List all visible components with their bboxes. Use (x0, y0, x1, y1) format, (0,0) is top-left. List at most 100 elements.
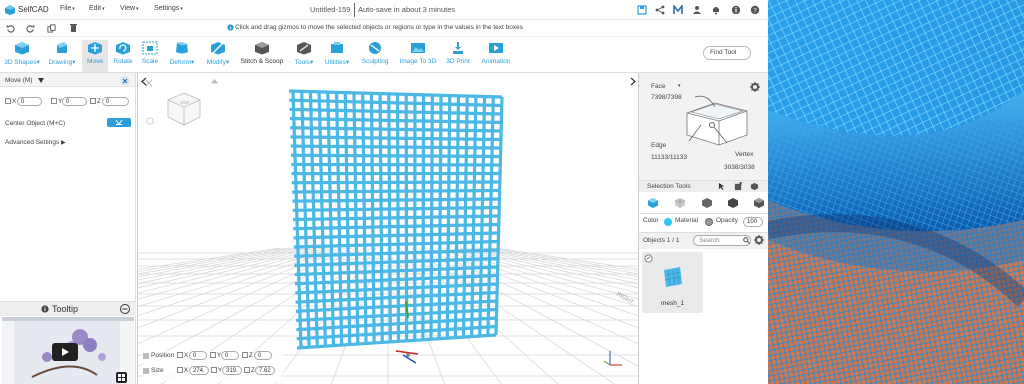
collapse-left-panel-icon[interactable] (140, 77, 148, 86)
close-icon[interactable] (120, 76, 130, 86)
tool-scale-label: Scale (141, 58, 159, 65)
x-value-field[interactable]: 0 (17, 97, 42, 106)
info-icon[interactable] (731, 5, 741, 15)
mesh-object[interactable] (288, 89, 504, 350)
selection-mode-cube-diagram[interactable] (677, 85, 757, 155)
edge-label[interactable]: Edge (651, 142, 666, 149)
mesh-strand (292, 205, 500, 212)
tool-deform[interactable]: Deform▾ (165, 40, 199, 72)
tool-3d-shapes[interactable]: 3D Shapes▾ (4, 40, 40, 72)
tool-stitch-scoop[interactable]: Stitch & Scoop (238, 40, 286, 72)
material-label[interactable]: Material (675, 217, 698, 224)
select-all-icon[interactable] (727, 197, 739, 209)
tool-tools[interactable]: Tools▾ (290, 40, 318, 72)
redo-icon[interactable] (26, 24, 35, 33)
document-title[interactable]: Untitled-159 (310, 5, 350, 14)
undo-icon[interactable] (6, 24, 15, 33)
face-label[interactable]: Face (651, 83, 665, 90)
move-icon (88, 42, 102, 55)
tool-scale[interactable]: Scale (138, 40, 162, 72)
select-mesh-icon[interactable] (674, 197, 686, 209)
grid-line (483, 247, 638, 275)
tooltip-video[interactable] (2, 317, 134, 384)
myminifactory-icon[interactable] (673, 5, 683, 15)
center-icon (115, 119, 123, 125)
menu-edit[interactable]: Edit▾ (89, 5, 105, 12)
menu-settings[interactable]: Settings▾ (154, 5, 183, 12)
view-home-icon[interactable] (146, 117, 154, 125)
delete-icon[interactable] (70, 23, 77, 33)
help-icon[interactable]: ? (750, 5, 760, 15)
share-icon[interactable] (655, 5, 665, 15)
rotate-top-icon[interactable] (210, 78, 219, 87)
z-checkbox[interactable]: Z (90, 98, 101, 105)
center-object-button[interactable] (107, 118, 131, 127)
opacity-field[interactable]: 100 (743, 217, 763, 227)
save-icon[interactable] (637, 5, 647, 15)
y-checkbox[interactable]: Y (51, 98, 62, 105)
user-icon[interactable] (692, 5, 702, 15)
find-tool-input[interactable]: Find Tool (703, 46, 751, 60)
pos-x-checkbox[interactable]: X (177, 352, 188, 359)
notification-bell-icon[interactable] (711, 5, 721, 15)
z-label: Z (97, 98, 101, 105)
play-video-icon[interactable] (52, 343, 78, 361)
select-invert-icon[interactable] (753, 197, 765, 209)
vertex-label[interactable]: Vertex (735, 151, 753, 158)
select-add-icon[interactable] (734, 182, 743, 191)
drawing-icon (57, 42, 67, 53)
pos-z-checkbox[interactable]: Z (242, 352, 253, 359)
tool-utilities[interactable]: Utilities▾ (320, 40, 354, 72)
tool-drawing[interactable]: Drawing▾ (44, 40, 80, 72)
object-card-mesh[interactable]: mesh_1 (642, 252, 703, 313)
search-icon[interactable] (743, 237, 750, 244)
x-checkbox[interactable]: X (5, 98, 16, 105)
collapse-right-panel-icon[interactable] (629, 77, 637, 86)
triangle-down-icon[interactable] (38, 78, 44, 83)
tool-move[interactable]: Move (82, 40, 108, 72)
size-x-checkbox[interactable]: X (177, 367, 188, 374)
y-value-field[interactable]: 0 (62, 97, 87, 106)
select-cursor-icon[interactable] (718, 182, 727, 191)
center-object-label: Center Object (M+C) (5, 120, 66, 127)
tool-rotate[interactable]: Rotate (110, 40, 136, 72)
viewport-canvas[interactable]: RIGHT (138, 73, 638, 384)
menu-view[interactable]: View▾ (120, 5, 139, 12)
size-y-field[interactable]: 319. (222, 366, 242, 375)
view-cube[interactable] (164, 89, 204, 129)
size-z-checkbox[interactable]: Z (244, 367, 255, 374)
3d-viewport[interactable]: RIGHT (137, 73, 638, 384)
hint-bar: Click and drag gizmos to move the select… (0, 20, 768, 37)
color-swatch[interactable] (664, 218, 672, 226)
select-cube-icon[interactable] (750, 182, 759, 191)
objects-settings-gear-icon[interactable] (754, 235, 764, 245)
pos-y-checkbox[interactable]: Y (210, 352, 221, 359)
tool-image-to-3d[interactable]: Image To 3D (396, 40, 440, 72)
object-visibility-icon[interactable] (644, 254, 653, 263)
menu-settings-label: Settings (154, 5, 180, 12)
fullscreen-icon[interactable] (116, 372, 127, 383)
copy-icon[interactable] (47, 24, 56, 33)
position-x-field[interactable]: 0 (189, 351, 207, 360)
collapse-icon[interactable] (120, 304, 130, 314)
advanced-settings-toggle[interactable]: Advanced Settings ▶ (5, 139, 66, 146)
opacity-label: Opacity (716, 217, 739, 224)
size-z-field[interactable]: 7.62 (255, 366, 275, 375)
mesh-strand (295, 282, 498, 295)
tool-sculpting[interactable]: Sculpting (358, 40, 392, 72)
tool-modify[interactable]: Modify▾ (202, 40, 234, 72)
tool-animation[interactable]: Animation (477, 40, 515, 72)
size-y-checkbox[interactable]: Y (211, 367, 222, 374)
material-swatch[interactable] (705, 218, 713, 226)
z-value-field[interactable]: 0 (102, 97, 129, 106)
mesh-name: mesh_1 (660, 300, 685, 307)
tool-3d-print[interactable]: 3D Print (443, 40, 473, 72)
tooltip-panel: Tooltip (0, 301, 136, 384)
position-z-field[interactable]: 0 (254, 351, 272, 360)
select-object-icon[interactable] (647, 197, 659, 209)
deform-icon (176, 42, 188, 54)
menu-file[interactable]: File▾ (60, 5, 75, 12)
position-y-field[interactable]: 0 (221, 351, 239, 360)
size-x-field[interactable]: 274. (189, 366, 209, 375)
select-group-icon[interactable] (701, 197, 713, 209)
